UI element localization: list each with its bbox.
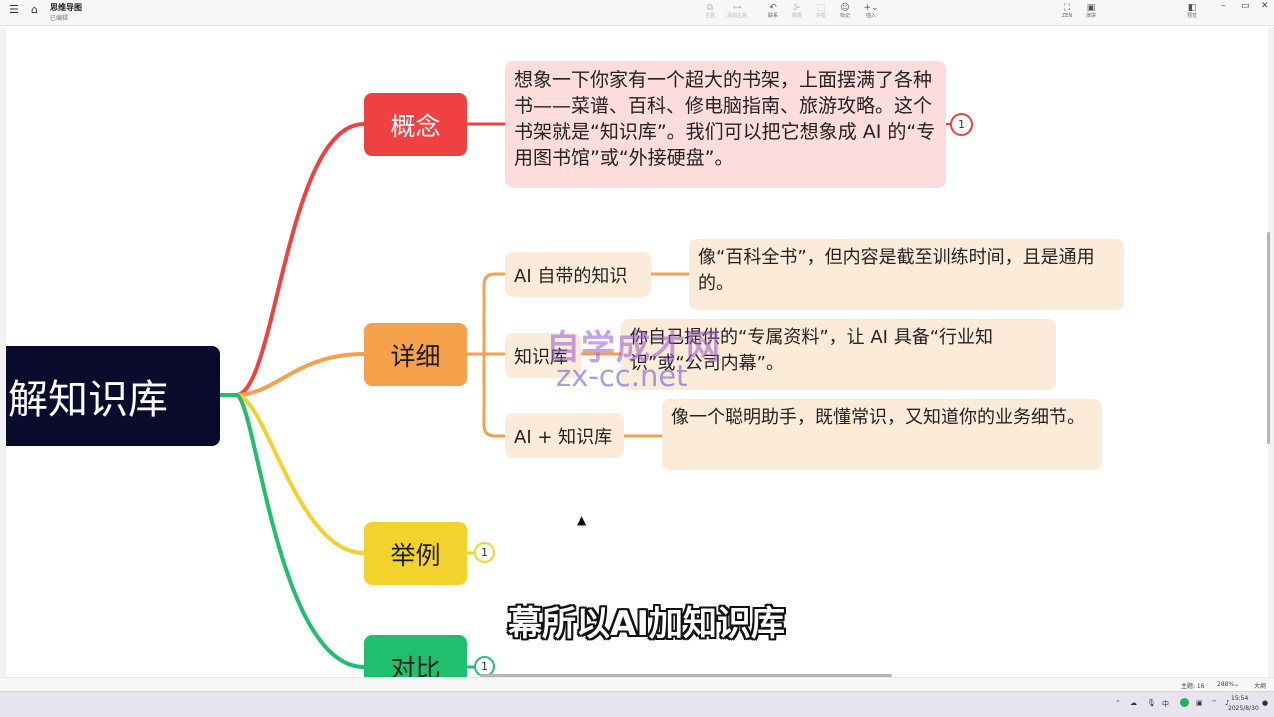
connector-example <box>235 393 365 555</box>
minimize-icon[interactable]: – <box>1221 1 1226 11</box>
document-title: 思维导图 <box>50 3 82 12</box>
topic-icon: ⧉ <box>706 3 714 13</box>
wifi-icon[interactable]: ⌔ <box>1211 699 1218 708</box>
clock-time[interactable]: 15:54 <box>1231 695 1248 702</box>
tray-cloud-icon[interactable]: ☁ <box>1130 699 1137 707</box>
preview-icon: ◧ <box>1187 3 1197 13</box>
status-bar: 主题: 16 288% ⌄ 大纲 <box>0 677 1274 691</box>
example-collapse-badge[interactable]: 1 <box>474 542 495 563</box>
branch-compare[interactable]: 对比 <box>364 635 467 677</box>
tray-window-icon[interactable]: ▣ <box>1196 699 1203 707</box>
top-toolbar: ☰ ⌂ 思维导图 已编辑 ⧉ 主题 ⊶ 添加主题 ↶ 联系 ⊱ 概要 ⬚ 外框 … <box>0 0 1274 26</box>
connector-detail-sub3 <box>482 354 505 438</box>
toolbar-add-topic-button[interactable]: ⊶ 添加主题 <box>723 3 751 20</box>
topic-count: 主题: 16 <box>1181 683 1205 690</box>
vertical-scrollbar[interactable] <box>1267 232 1270 444</box>
document-status: 已编辑 <box>50 15 69 22</box>
toolbar-topic-button[interactable]: ⧉ 主题 <box>696 3 724 20</box>
branch-example[interactable]: 举例 <box>364 522 467 585</box>
concept-collapse-badge[interactable]: 1 <box>950 113 973 136</box>
video-subtitle: 幕所以AI加知识库 <box>508 604 785 644</box>
tray-mic-icon[interactable]: 🎙 <box>1147 699 1156 707</box>
tray-app-icon[interactable] <box>1180 698 1189 707</box>
menu-icon[interactable]: ☰ <box>9 4 19 16</box>
root-topic[interactable]: 解知识库 <box>6 346 220 446</box>
zoom-level[interactable]: 288% <box>1217 681 1234 688</box>
toolbar-marker-button[interactable]: ☺ 标记 <box>831 3 859 20</box>
detail-card-ai-plus-kb[interactable]: 像一个聪明助手，既懂常识，又知道你的业务细节。 <box>662 399 1102 470</box>
close-icon[interactable]: ✕ <box>1261 1 1269 11</box>
outline-button[interactable]: 大纲 <box>1254 681 1266 690</box>
zoom-dropdown-icon[interactable]: ⌄ <box>1234 681 1239 688</box>
connector-compare <box>234 393 365 669</box>
connector-detail-sub1 <box>467 272 505 356</box>
mouse-cursor-icon: ▲ <box>577 513 587 527</box>
toolbar-present-button[interactable]: ▣ 演讲 <box>1077 3 1105 20</box>
toolbar-insert-button[interactable]: +⌄ 插入 <box>857 3 885 20</box>
toolbar-preview-button[interactable]: ◧ 预览 <box>1178 3 1206 20</box>
home-icon[interactable]: ⌂ <box>31 4 38 16</box>
concept-text-card[interactable]: 想象一下你家有一个超大的书架，上面摆满了各种书——菜谱、百科、修电脑指南、旅游攻… <box>505 61 946 188</box>
maximize-icon[interactable]: ▭ <box>1241 1 1250 11</box>
insert-icon: +⌄ <box>863 3 879 13</box>
detail-sub-ai-knowledge[interactable]: AI 自带的知识 <box>505 252 651 297</box>
branch-concept[interactable]: 概念 <box>364 93 467 156</box>
detail-card-ai-knowledge[interactable]: 像“百科全书”，但内容是截至训练时间，且是通用的。 <box>689 239 1124 310</box>
notification-icon[interactable]: ● <box>1262 699 1268 707</box>
detail-sub-ai-plus-kb[interactable]: AI + 知识库 <box>505 413 624 458</box>
marker-icon: ☺ <box>840 3 850 13</box>
os-taskbar: ⌃ ☁ 🎙 中 ▣ ⌔ ♪ 15:54 2025/8/30 ● <box>0 691 1274 717</box>
tray-chevron-icon[interactable]: ⌃ <box>1115 699 1121 707</box>
branch-detail[interactable]: 详细 <box>364 323 467 386</box>
clock-date[interactable]: 2025/8/30 <box>1228 705 1259 712</box>
mindmap-canvas[interactable]: 解知识库 概念 详细 举例 对比 想象一下你家有一个超大的书架，上面摆满了各种书… <box>6 27 1268 677</box>
ime-indicator[interactable]: 中 <box>1162 699 1169 709</box>
watermark-url: zx-cc.net <box>556 359 688 393</box>
add-topic-icon: ⊶ <box>732 3 742 13</box>
present-icon: ▣ <box>1086 3 1096 13</box>
